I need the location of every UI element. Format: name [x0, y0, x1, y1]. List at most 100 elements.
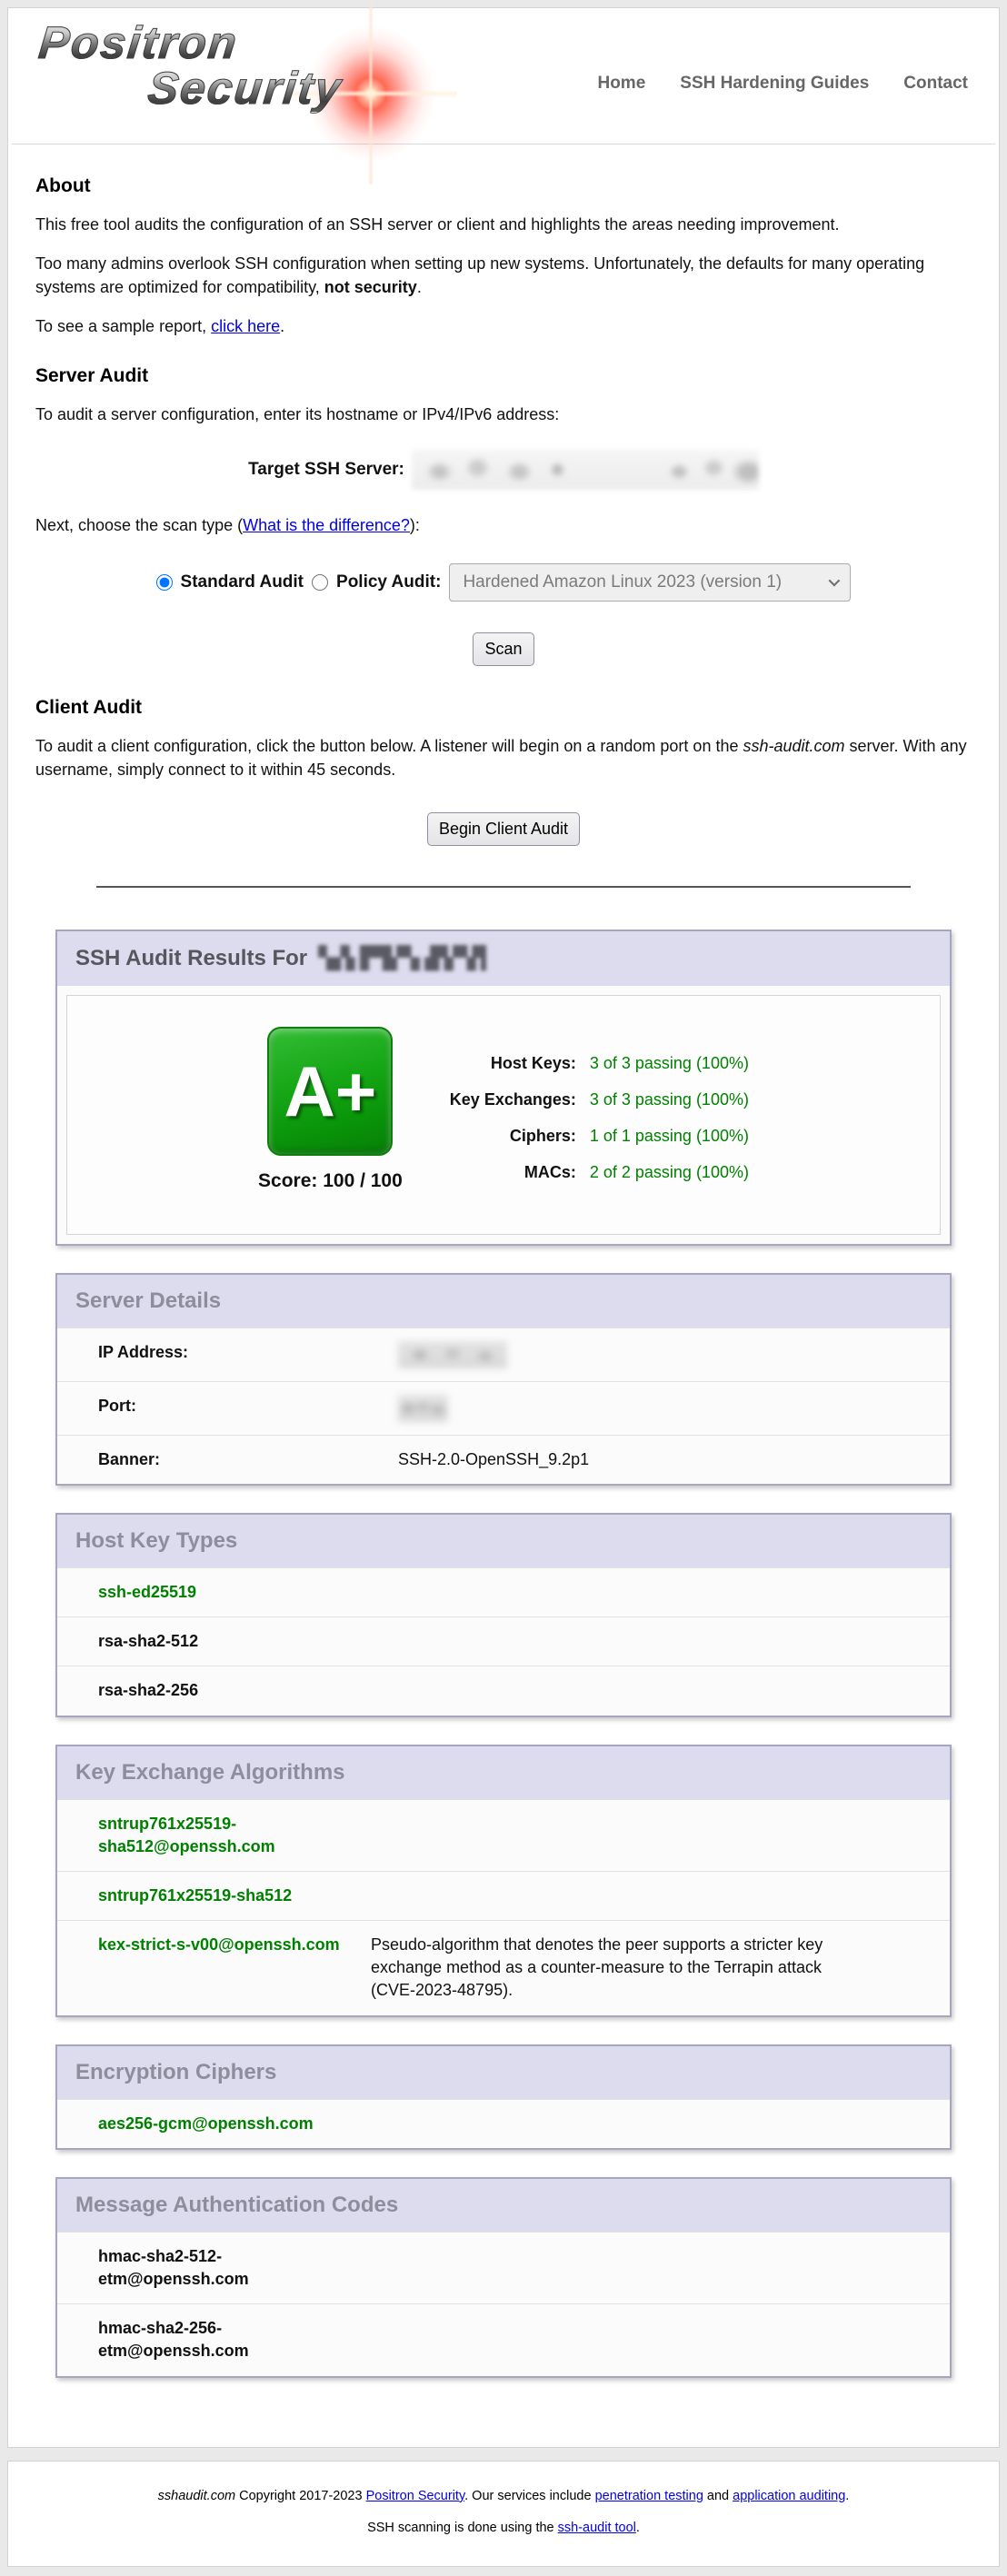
results-header: SSH Audit Results For: [57, 931, 950, 986]
footer-period-2: .: [636, 2521, 640, 2535]
stat-label: MACs:: [450, 1163, 576, 1182]
target-server-input[interactable]: [412, 450, 759, 490]
kex-name: sntrup761x25519-sha512@openssh.com: [98, 1813, 371, 1858]
positron-security-link[interactable]: Positron Security: [366, 2489, 465, 2503]
about-title: About: [35, 175, 972, 197]
redacted-target-host: [318, 945, 486, 972]
ssh-audit-tool-link[interactable]: ssh-audit tool: [558, 2521, 636, 2535]
policy-audit-radio[interactable]: [312, 574, 328, 591]
table-row: sntrup761x25519-sha512@openssh.com: [57, 1799, 950, 1871]
penetration-testing-link[interactable]: penetration testing: [595, 2489, 703, 2503]
host-key-name: ssh-ed25519: [98, 1581, 196, 1604]
scan-button-row: Scan: [35, 632, 972, 666]
kex-name: kex-strict-s-v00@openssh.com: [98, 1934, 371, 2003]
about-p3: To see a sample report, click here.: [35, 314, 972, 338]
about-p3-text: To see a sample report,: [35, 317, 211, 335]
stat-value: 3 of 3 passing (100%): [590, 1054, 749, 1073]
chevron-down-icon: [829, 575, 841, 587]
nav-contact[interactable]: Contact: [903, 74, 968, 94]
results-body: A+ Score: 100 / 100 Host Keys: 3 of 3 pa…: [66, 995, 941, 1235]
scan-type-before: Next, choose the scan type (: [35, 516, 243, 534]
about-p2-bold: not security: [324, 278, 417, 296]
client-audit-intro: To audit a client configuration, click t…: [35, 734, 972, 781]
table-row: rsa-sha2-256: [57, 1666, 950, 1715]
application-auditing-link[interactable]: application auditing: [733, 2489, 845, 2503]
client-intro-domain: ssh-audit.com: [743, 737, 844, 755]
stat-value: 1 of 1 passing (100%): [590, 1127, 749, 1146]
key-exchange-header: Key Exchange Algorithms: [57, 1746, 950, 1799]
footer-line-2: SSH scanning is done using the ssh-audit…: [17, 2521, 990, 2535]
policy-audit-label: Policy Audit:: [336, 572, 441, 592]
site-footer: sshaudit.com Copyright 2017-2023 Positro…: [7, 2461, 1000, 2567]
client-intro-before: To audit a client configuration, click t…: [35, 737, 743, 755]
logo-line-1: Positron: [36, 19, 240, 66]
host-key-name: rsa-sha2-512: [98, 1630, 198, 1653]
table-row: sntrup761x25519-sha512: [57, 1871, 950, 1920]
site-header: Positron Security Home SSH Hardening Gui…: [12, 8, 995, 144]
mac-name: hmac-sha2-512-etm@openssh.com: [98, 2245, 289, 2291]
footer-period: .: [845, 2489, 849, 2503]
score-label: Score: 100 / 100: [258, 1170, 403, 1192]
scan-type-text: Next, choose the scan type (What is the …: [35, 513, 972, 537]
main-card: Positron Security Home SSH Hardening Gui…: [7, 7, 1000, 2448]
banner-label: Banner:: [98, 1448, 398, 1471]
stat-value: 3 of 3 passing (100%): [590, 1090, 749, 1109]
stat-label: Ciphers:: [450, 1127, 576, 1146]
scan-button[interactable]: Scan: [473, 632, 533, 666]
redacted-port-value: [398, 1395, 448, 1422]
stat-label: Host Keys:: [450, 1054, 576, 1073]
stat-label: Key Exchanges:: [450, 1090, 576, 1109]
target-server-row: Target SSH Server:: [35, 450, 972, 490]
sample-report-link[interactable]: click here: [211, 317, 280, 335]
table-row: kex-strict-s-v00@openssh.com Pseudo-algo…: [57, 1920, 950, 2015]
standard-audit-radio[interactable]: [156, 574, 173, 591]
table-row: aes256-gcm@openssh.com: [57, 2099, 950, 2148]
footer-services-text: . Our services include: [464, 2489, 594, 2503]
host-key-name: rsa-sha2-256: [98, 1679, 198, 1702]
nav-home[interactable]: Home: [597, 74, 645, 94]
port-label: Port:: [98, 1395, 398, 1422]
page-content: About This free tool audits the configur…: [8, 144, 999, 2378]
nav-ssh-hardening-guides[interactable]: SSH Hardening Guides: [680, 74, 869, 94]
grade-letter: A+: [284, 1056, 376, 1127]
positron-security-logo[interactable]: Positron Security: [39, 19, 457, 135]
redacted-ip-value: [398, 1341, 507, 1368]
host-key-types-header: Host Key Types: [57, 1515, 950, 1567]
target-server-label: Target SSH Server:: [248, 460, 404, 480]
policy-select[interactable]: Hardened Amazon Linux 2023 (version 1): [449, 563, 851, 602]
grade-column: A+ Score: 100 / 100: [258, 1027, 403, 1192]
table-row: Port:: [57, 1381, 950, 1435]
scan-type-row: Standard Audit Policy Audit: Hardened Am…: [35, 563, 972, 602]
about-p2: Too many admins overlook SSH configurati…: [35, 252, 972, 299]
table-row: Banner: SSH-2.0-OpenSSH_9.2p1: [57, 1435, 950, 1484]
about-p1: This free tool audits the configuration …: [35, 213, 972, 236]
encryption-ciphers-box: Encryption Ciphers aes256-gcm@openssh.co…: [55, 2044, 952, 2150]
main-nav: Home SSH Hardening Guides Contact: [597, 61, 968, 94]
section-divider: [96, 886, 911, 888]
mac-name: hmac-sha2-256-etm@openssh.com: [98, 2317, 289, 2362]
table-row: hmac-sha2-512-etm@openssh.com: [57, 2232, 950, 2303]
server-details-header: Server Details: [57, 1275, 950, 1328]
ip-address-label: IP Address:: [98, 1341, 398, 1368]
logo-line-2: Security: [145, 65, 344, 112]
table-row: ssh-ed25519: [57, 1567, 950, 1616]
standard-audit-label: Standard Audit: [181, 572, 304, 592]
footer-and-text: and: [703, 2489, 733, 2503]
kex-name: sntrup761x25519-sha512: [98, 1885, 371, 1907]
footer-domain: sshaudit.com: [158, 2489, 235, 2503]
scan-type-after: ):: [410, 516, 420, 534]
kex-note: [371, 1885, 425, 1907]
encryption-ciphers-header: Encryption Ciphers: [57, 2046, 950, 2099]
server-audit-title: Server Audit: [35, 365, 972, 387]
scan-type-difference-link[interactable]: What is the difference?: [243, 516, 410, 534]
results-title: SSH Audit Results For: [75, 946, 307, 971]
grade-badge: A+: [267, 1027, 393, 1156]
server-audit-intro: To audit a server configuration, enter i…: [35, 403, 972, 426]
macs-header: Message Authentication Codes: [57, 2179, 950, 2232]
about-p2-text: Too many admins overlook SSH configurati…: [35, 254, 924, 296]
table-row: rsa-sha2-512: [57, 1616, 950, 1666]
host-key-types-box: Host Key Types ssh-ed25519 rsa-sha2-512 …: [55, 1513, 952, 1717]
key-exchange-box: Key Exchange Algorithms sntrup761x25519-…: [55, 1745, 952, 2017]
begin-client-audit-button[interactable]: Begin Client Audit: [427, 812, 580, 846]
about-p2-period: .: [417, 278, 422, 296]
